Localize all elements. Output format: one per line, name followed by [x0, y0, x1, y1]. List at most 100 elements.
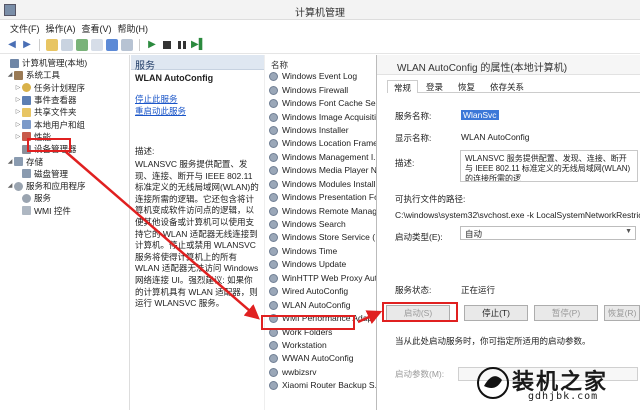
tree-item-storage[interactable]: ◢ 存储	[0, 155, 129, 167]
expand-icon[interactable]: ◢	[6, 156, 14, 168]
expand-icon[interactable]: ▷	[14, 106, 22, 118]
tab-general[interactable]: 常规	[387, 80, 419, 93]
tree-item-label: 服务	[34, 193, 52, 204]
event-log-icon	[22, 95, 31, 105]
expand-icon[interactable]: ▷	[14, 94, 22, 106]
menu-action[interactable]: 操作(A)	[46, 22, 76, 35]
service-gear-icon	[269, 193, 278, 203]
service-gear-icon	[269, 340, 278, 350]
tree-item-wmi[interactable]: WMI 控件	[0, 205, 129, 217]
restart-service-link[interactable]: 重启动此服务	[135, 105, 260, 117]
service-name-value[interactable]: WlanSvc	[461, 110, 499, 120]
service-row[interactable]: Wired AutoConfig	[265, 285, 376, 298]
stop-icon[interactable]	[161, 39, 173, 51]
stop-service-link[interactable]: 停止此服务	[135, 93, 260, 105]
play-icon[interactable]: ▶	[146, 39, 158, 51]
tree-item-event-viewer[interactable]: ▷ 事件查看器	[0, 94, 129, 106]
service-name: Xiaomi Router Backup S...	[282, 380, 376, 391]
title-bar: 计算机管理	[0, 0, 640, 20]
tree-item-label: 本地用户和组	[34, 119, 86, 130]
tree-item-shared-folders[interactable]: ▷ 共享文件夹	[0, 106, 129, 118]
tab-logon[interactable]: 登录	[419, 79, 450, 92]
tree-item-local-users[interactable]: ▷ 本地用户和组	[0, 118, 129, 130]
service-status-value: 正在运行	[461, 285, 496, 295]
service-row[interactable]: Windows Media Player N	[265, 164, 376, 177]
service-row[interactable]: Windows Update	[265, 258, 376, 271]
forward-arrow-icon[interactable]: ▶	[21, 39, 33, 51]
export-icon[interactable]	[91, 38, 103, 51]
service-row[interactable]: Workstation	[265, 339, 376, 352]
service-row[interactable]: Windows Search	[265, 218, 376, 231]
service-name: Windows Location Frame	[282, 138, 376, 149]
expand-icon[interactable]: ◢	[6, 180, 14, 192]
service-gear-icon	[269, 206, 278, 216]
tree-item-services[interactable]: 服务	[0, 192, 129, 204]
service-gear-icon	[269, 85, 278, 95]
restart-icon[interactable]: ▶▌	[191, 39, 206, 51]
menu-help[interactable]: 帮助(H)	[118, 22, 149, 35]
service-row[interactable]: Windows Installer	[265, 124, 376, 137]
description-textbox[interactable]: WLANSVC 服务提供配置、发现、连接、断开与 IEEE 802.11 标准定…	[460, 150, 638, 182]
service-name: Windows Presentation Fo	[282, 192, 376, 203]
service-row[interactable]: WinHTTP Web Proxy Aut...	[265, 272, 376, 285]
service-row[interactable]: Windows Font Cache Ser...	[265, 97, 376, 110]
menu-view[interactable]: 查看(V)	[82, 22, 112, 35]
stop-button[interactable]: 停止(T)	[464, 305, 528, 321]
tree-item-services-apps[interactable]: ◢ 服务和应用程序	[0, 180, 129, 192]
expand-icon[interactable]: ▷	[14, 119, 22, 131]
service-name: Windows Firewall	[282, 84, 349, 95]
service-description-pane: 服务 WLAN AutoConfig 停止此服务 重启动此服务 描述: WLAN…	[131, 55, 264, 410]
service-gear-icon	[269, 354, 278, 364]
description-label: 描述:	[395, 158, 415, 168]
pause-icon[interactable]	[176, 39, 188, 51]
service-row[interactable]: Windows Location Frame	[265, 137, 376, 150]
service-name: Windows Font Cache Ser...	[282, 98, 376, 109]
folder-icon[interactable]	[46, 38, 58, 51]
tree-item-task-scheduler[interactable]: ▷ 任务计划程序	[0, 82, 129, 94]
service-row[interactable]: Windows Image Acquisiti	[265, 110, 376, 123]
service-status-label: 服务状态:	[395, 285, 432, 295]
watermark-en: gdhjbk.com	[528, 391, 599, 402]
service-row[interactable]: WLAN AutoConfig	[265, 298, 376, 311]
service-row[interactable]: Windows Modules Install	[265, 178, 376, 191]
description-label: 描述:	[135, 146, 155, 156]
service-row[interactable]: Windows Firewall	[265, 83, 376, 96]
service-row[interactable]: Windows Event Log	[265, 70, 376, 83]
service-row[interactable]: Windows Management I...	[265, 151, 376, 164]
service-row[interactable]: Windows Time	[265, 245, 376, 258]
service-row[interactable]: wwbizsrv	[265, 366, 376, 379]
service-row[interactable]: Windows Remote Manag	[265, 204, 376, 217]
users-icon	[22, 120, 31, 130]
refresh-icon[interactable]	[76, 38, 88, 51]
tab-recovery[interactable]: 恢复	[451, 79, 482, 92]
tab-dependencies[interactable]: 依存关系	[483, 79, 531, 92]
back-arrow-icon[interactable]: ◀	[6, 39, 18, 51]
expand-icon[interactable]: ▷	[14, 131, 22, 143]
service-name: Wired AutoConfig	[282, 286, 349, 297]
menu-file[interactable]: 文件(F)	[10, 22, 40, 35]
service-name: Windows Installer	[282, 124, 349, 135]
service-row[interactable]: Windows Store Service (	[265, 231, 376, 244]
service-gear-icon	[269, 72, 278, 82]
view-icon[interactable]	[121, 38, 133, 51]
service-gear-icon	[269, 152, 278, 162]
tree-item-system-tools[interactable]: ◢ 系统工具	[0, 69, 129, 81]
dialog-title: WLAN AutoConfig 的属性(本地计算机)	[377, 55, 640, 75]
tree-item-disk-management[interactable]: 磁盘管理	[0, 168, 129, 180]
service-gear-icon	[269, 287, 278, 297]
pause-button[interactable]: 暂停(P)	[534, 305, 598, 321]
display-name-value[interactable]: WLAN AutoConfig	[461, 132, 530, 142]
startup-type-select[interactable]: 自动 ▼	[460, 226, 636, 240]
service-row[interactable]: Xiaomi Router Backup S...	[265, 379, 376, 392]
help-icon[interactable]	[106, 38, 118, 51]
service-row[interactable]: Windows Presentation Fo	[265, 191, 376, 204]
tree-item-label: 系统工具	[26, 70, 61, 81]
tree-item-computer-management[interactable]: 计算机管理(本地)	[0, 57, 129, 69]
service-row[interactable]: WWAN AutoConfig	[265, 352, 376, 365]
expand-icon[interactable]: ▷	[14, 82, 22, 94]
expand-icon[interactable]: ◢	[6, 69, 14, 81]
startup-type-label: 启动类型(E):	[395, 232, 443, 242]
properties-icon[interactable]	[61, 38, 73, 51]
resume-button[interactable]: 恢复(R)	[604, 305, 640, 321]
column-header-name[interactable]: 名称	[265, 55, 376, 70]
